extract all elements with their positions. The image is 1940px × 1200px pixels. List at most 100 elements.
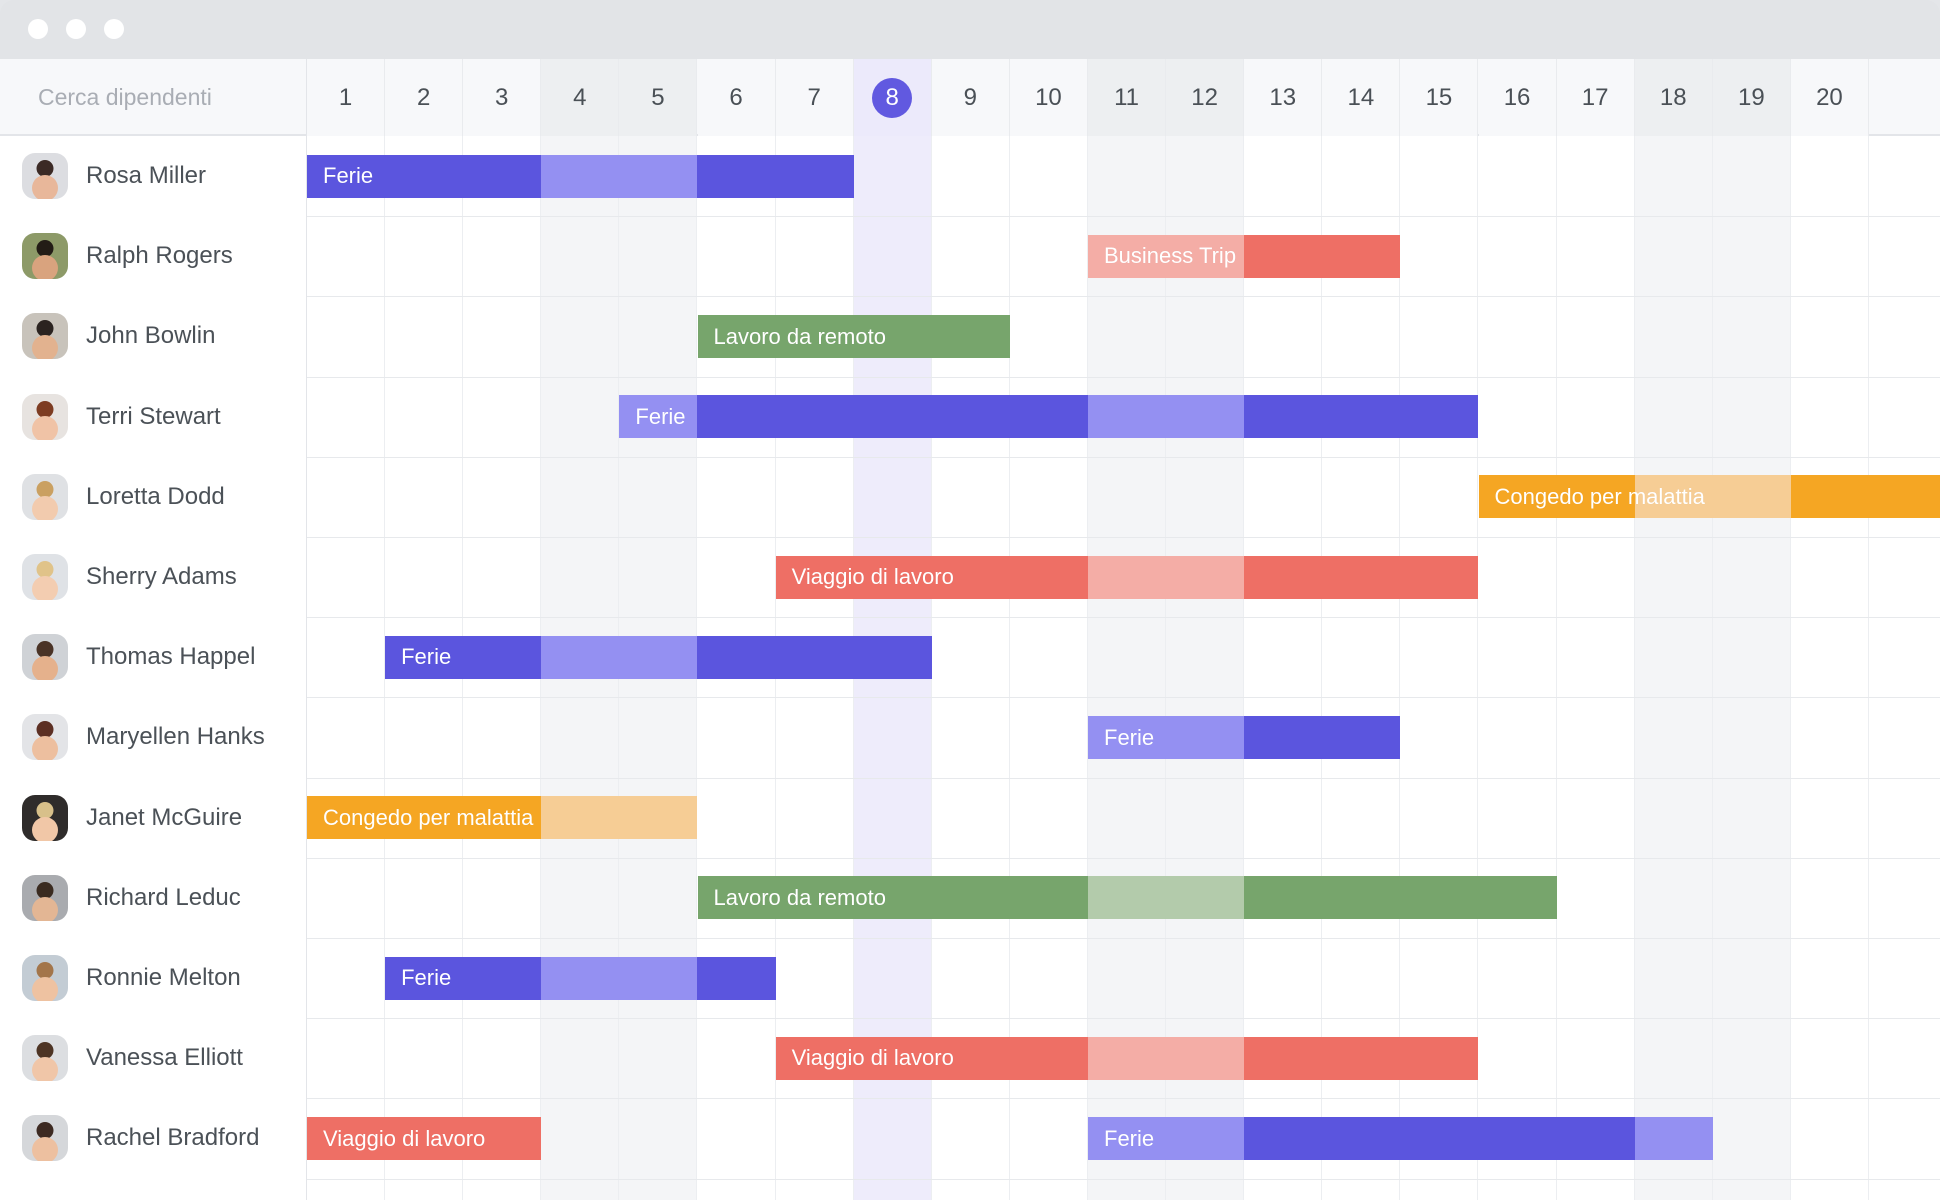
schedule-bar-segment	[463, 154, 542, 198]
day-header-9[interactable]: 9	[931, 59, 1010, 136]
employee-row[interactable]: Vanessa Elliott	[0, 1018, 307, 1098]
schedule-bar-segment	[853, 635, 932, 679]
schedule-bar[interactable]: Viaggio di lavoro	[307, 1117, 542, 1160]
day-number: 7	[807, 83, 821, 111]
day-number: 20	[1816, 83, 1843, 111]
employee-row[interactable]: Janet McGuire	[0, 778, 307, 858]
day-header-20[interactable]: 20	[1790, 59, 1869, 136]
schedule-bar-segment	[1322, 716, 1401, 759]
schedule-bar-label: Ferie	[1104, 1125, 1155, 1151]
schedule-bar-segment	[1322, 555, 1401, 599]
day-header-19[interactable]: 19	[1712, 59, 1791, 136]
avatar	[22, 554, 68, 601]
day-header-11[interactable]: 11	[1088, 59, 1167, 136]
employee-row[interactable]: Ralph Rogers	[0, 216, 307, 296]
schedule-bar-segment	[1244, 716, 1323, 759]
employee-row[interactable]: Thomas Happel	[0, 617, 307, 697]
schedule-bar[interactable]: Congedo per malattia	[307, 796, 698, 840]
schedule-bar-segment	[619, 154, 698, 198]
day-header-18[interactable]: 18	[1634, 59, 1713, 136]
day-header-1[interactable]: 1	[307, 59, 386, 136]
schedule-bar-segment	[1244, 876, 1323, 920]
day-header-8[interactable]: 8	[853, 59, 932, 136]
schedule-bar-segment	[1166, 555, 1245, 599]
schedule-bar[interactable]: Lavoro da remoto	[697, 315, 1010, 358]
schedule-bar-label: Ferie	[1104, 724, 1155, 750]
schedule-bar-segment	[1478, 876, 1557, 920]
calendar-body: Rosa Miller Ralph Rogers John Bowlin Terri …	[0, 136, 1940, 1200]
employee-row[interactable]: John Bowlin	[0, 296, 307, 376]
day-header-3[interactable]: 3	[463, 59, 542, 136]
schedule-bar[interactable]: Viaggio di lavoro	[775, 1036, 1479, 1080]
employee-row[interactable]: Rosa Miller	[0, 136, 307, 216]
avatar-face	[32, 896, 58, 921]
schedule-bar-segment	[1009, 1036, 1088, 1080]
employee-name: Rachel Bradford	[86, 1124, 260, 1152]
avatar-face	[32, 495, 58, 520]
employee-name: Ralph Rogers	[86, 242, 233, 270]
employee-row[interactable]: Sherry Adams	[0, 537, 307, 617]
schedule-bar-segment	[1244, 234, 1323, 278]
avatar-face	[32, 576, 58, 601]
schedule-bar[interactable]: Ferie	[385, 635, 932, 679]
schedule-bar-label: Congedo per malattia	[323, 804, 534, 830]
avatar	[22, 634, 68, 681]
schedule-bar[interactable]: Congedo per malattia	[1478, 475, 1940, 519]
maximize-dot[interactable]	[104, 19, 124, 39]
schedule-bar[interactable]: Business Trip	[1088, 234, 1401, 278]
day-header-15[interactable]: 15	[1400, 59, 1479, 136]
day-number: 16	[1503, 83, 1531, 111]
employee-row[interactable]: Richard Leduc	[0, 858, 307, 938]
schedule-bar-label: Congedo per malattia	[1494, 483, 1705, 509]
day-header-6[interactable]: 6	[697, 59, 776, 136]
employee-name: Maryellen Hanks	[86, 723, 265, 751]
employee-row[interactable]: Loretta Dodd	[0, 457, 307, 537]
day-header-12[interactable]: 12	[1166, 59, 1245, 136]
day-header-14[interactable]: 14	[1322, 59, 1401, 136]
day-number: 10	[1035, 83, 1062, 111]
employee-name: Thomas Happel	[86, 643, 256, 671]
schedule-bar-segment	[1322, 395, 1401, 439]
employee-row[interactable]: Terri Stewart	[0, 377, 307, 457]
schedule-bar-segment	[1244, 395, 1323, 439]
schedule-bar-segment	[1322, 234, 1401, 278]
day-header-4[interactable]: 4	[541, 59, 620, 136]
schedule-bar[interactable]: Ferie	[385, 956, 776, 1000]
employee-name: Vanessa Elliott	[86, 1044, 243, 1072]
day-header-10[interactable]: 10	[1009, 59, 1088, 136]
schedule-bar[interactable]: Ferie	[619, 395, 1479, 439]
employee-name: John Bowlin	[86, 322, 216, 350]
day-header-2[interactable]: 2	[385, 59, 464, 136]
day-number: 1	[338, 83, 353, 111]
schedule-bar[interactable]: Viaggio di lavoro	[775, 555, 1479, 599]
schedule-bar-segment	[1322, 876, 1401, 920]
window-controls	[28, 19, 124, 39]
day-header-17[interactable]: 17	[1556, 59, 1635, 136]
schedule-bar-segment	[853, 395, 932, 439]
minimize-dot[interactable]	[66, 19, 86, 39]
schedule-bar-segment	[1868, 475, 1940, 519]
schedule-bar-segment	[1400, 395, 1479, 439]
schedule-bar-segment	[1166, 1117, 1245, 1160]
day-number: 13	[1269, 83, 1297, 111]
schedule-bar-segment	[541, 956, 620, 1000]
day-header-13[interactable]: 13	[1244, 59, 1323, 136]
close-dot[interactable]	[28, 19, 48, 39]
day-number: 2	[416, 83, 431, 111]
schedule-bar[interactable]: Ferie	[307, 154, 854, 198]
schedule-bar-label: Lavoro da remoto	[713, 884, 886, 910]
employee-row[interactable]: Rachel Bradford	[0, 1098, 307, 1178]
employee-name: Loretta Dodd	[86, 482, 225, 510]
avatar	[22, 153, 68, 200]
day-header-7[interactable]: 7	[775, 59, 854, 136]
day-number: 3	[495, 83, 509, 111]
schedule-bar-segment	[1322, 1036, 1401, 1080]
search-input[interactable]	[0, 84, 306, 111]
day-header-16[interactable]: 16	[1478, 59, 1557, 136]
employee-row[interactable]: Maryellen Hanks	[0, 697, 307, 777]
schedule-bar[interactable]: Ferie	[1088, 1117, 1713, 1160]
schedule-bar[interactable]: Lavoro da remoto	[697, 876, 1557, 920]
schedule-bar[interactable]: Ferie	[1088, 716, 1401, 759]
day-header-5[interactable]: 5	[619, 59, 698, 136]
employee-row[interactable]: Ronnie Melton	[0, 938, 307, 1018]
